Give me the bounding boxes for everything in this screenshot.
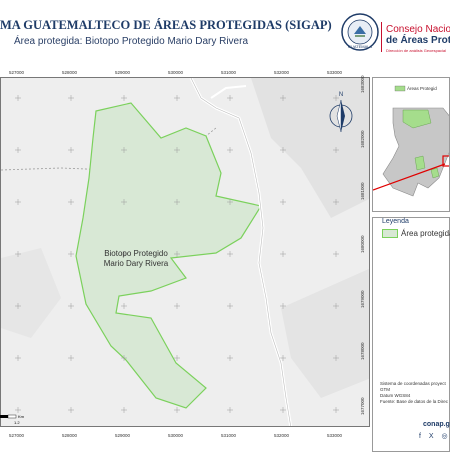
inset-protected-area — [414, 155, 426, 171]
north-label: N — [339, 92, 343, 98]
scale-bar: Km 1.2 — [0, 413, 40, 432]
org-name-line1: Consejo Nacional — [386, 24, 450, 35]
map-canvas: Biotopo Protegido Mario Dary Rivera N — [1, 78, 369, 426]
map-notes: Sistema de coordenadas proyect GTM Datum… — [380, 381, 450, 405]
map-title: MA GUATEMALTECO DE ÁREAS PROTEGIDAS (SIG… — [0, 18, 332, 32]
x-tick-label: 532000 — [274, 70, 290, 75]
y-tick-label: 1677000 — [360, 397, 365, 415]
scale-unit: Km — [18, 414, 25, 419]
seal-label: GUATEMALA — [348, 44, 373, 49]
legend-item-protected-area: Área protegida — [382, 229, 450, 238]
x-tick-label: 529000 — [115, 70, 131, 75]
map-header: MA GUATEMALTECO DE ÁREAS PROTEGIDAS (SIG… — [0, 0, 450, 62]
x-tick-label: 530000 — [168, 70, 184, 75]
social-icons[interactable]: f X ◎ ▶ — [419, 432, 450, 440]
legend-title: Leyenda — [382, 218, 409, 225]
notes-line: Sistema de coordenadas proyect — [380, 381, 446, 386]
header-divider — [381, 22, 382, 52]
y-tick-label: 1683000 — [360, 75, 365, 93]
legend-item-label: Área protegida — [401, 229, 450, 238]
x-tick-label: 527000 — [9, 70, 25, 75]
inset-legend-swatch — [394, 85, 406, 92]
x-tick-label: 533000 — [327, 70, 343, 75]
x-tick-label: 530000 — [168, 433, 184, 438]
legend-swatch — [382, 229, 398, 238]
footer-url-link[interactable]: conap.g — [423, 421, 450, 428]
y-tick-label: 1680000 — [360, 235, 365, 253]
notes-line: Fuente: Base de datos de la Direc — [380, 399, 449, 404]
map-subtitle: Área protegida: Biotopo Protegido Mario … — [14, 36, 249, 47]
y-tick-label: 1678000 — [360, 342, 365, 360]
y-tick-label: 1679000 — [360, 290, 365, 308]
x-tick-label: 531000 — [221, 70, 237, 75]
inset-map[interactable]: Áreas Protegid — [372, 77, 450, 212]
area-label-line2: Mario Dary Rivera — [104, 259, 169, 268]
x-tick-label: 527000 — [9, 433, 25, 438]
x-tick-label: 528000 — [62, 433, 78, 438]
org-department: Dirección de análisis Geoespacial — [386, 48, 447, 53]
inset-legend-label: Áreas Protegid — [407, 85, 437, 91]
scale-value: 1.2 — [14, 420, 20, 425]
legend-panel — [372, 217, 450, 452]
main-map[interactable]: Biotopo Protegido Mario Dary Rivera N — [0, 77, 370, 427]
x-tick-label: 528000 — [62, 70, 78, 75]
y-tick-label: 1682000 — [360, 130, 365, 148]
x-tick-label: 531000 — [221, 433, 237, 438]
area-label-line1: Biotopo Protegido — [104, 249, 168, 258]
y-tick-label: 1681000 — [360, 182, 365, 200]
guatemala-seal-icon: GUATEMALA — [341, 13, 379, 51]
x-tick-label: 532000 — [274, 433, 290, 438]
org-name-line2: de Áreas Protegi — [386, 35, 450, 46]
x-tick-label: 533000 — [327, 433, 343, 438]
x-tick-label: 529000 — [115, 433, 131, 438]
